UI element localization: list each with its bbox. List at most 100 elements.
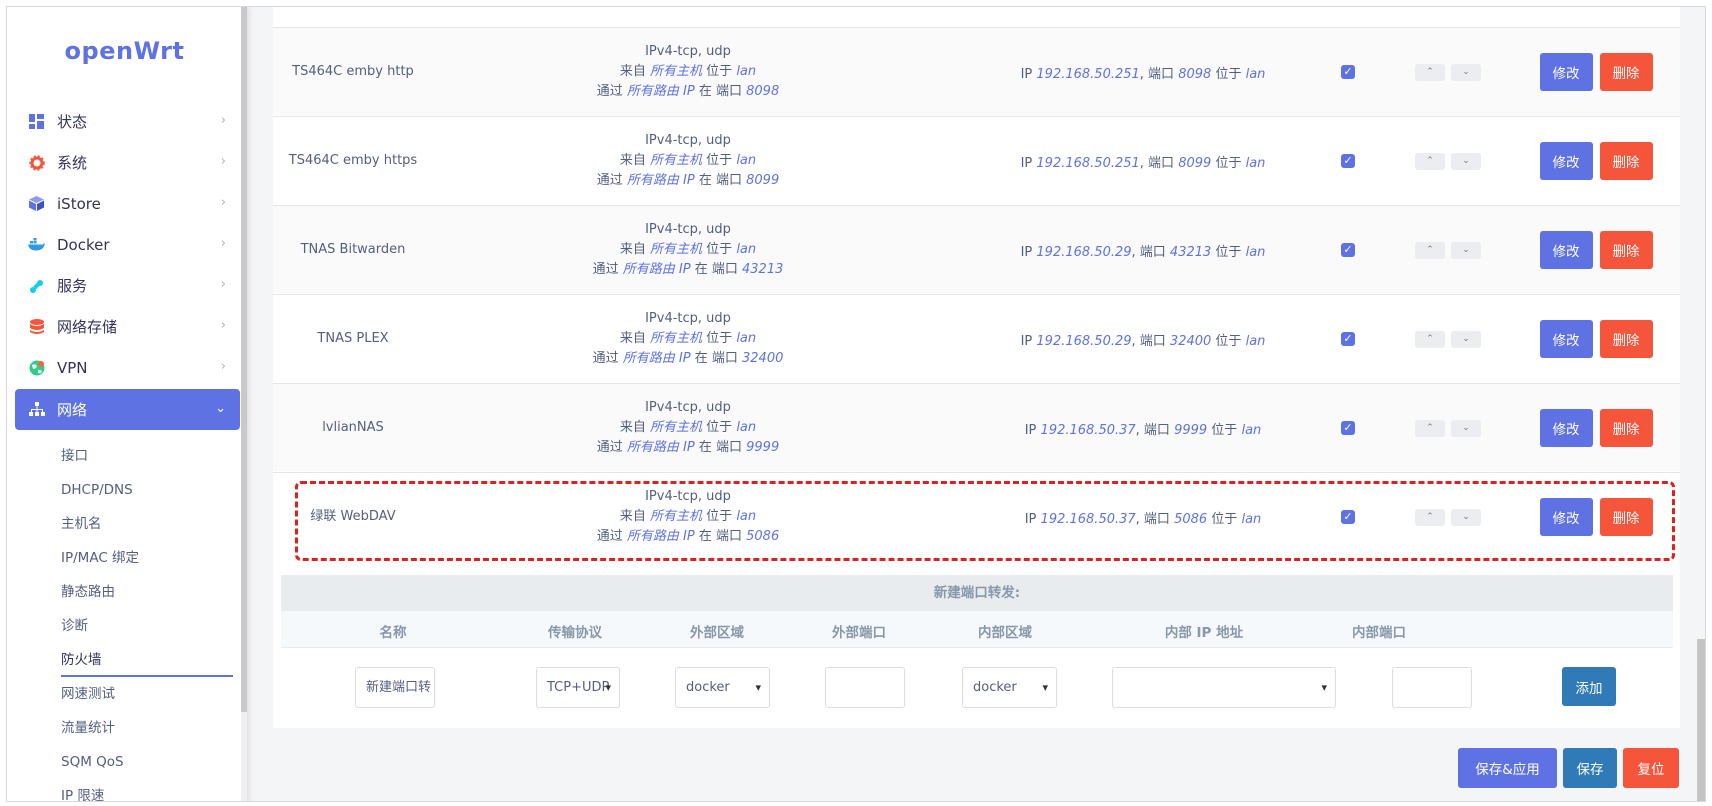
port-label: , 端口 xyxy=(1139,66,1175,82)
port-prefix: 在 端口 xyxy=(694,351,738,366)
internal-port: 8098 xyxy=(1178,66,1212,82)
dest-ip: 192.168.50.29 xyxy=(1036,333,1132,349)
move-down-button[interactable]: ⌄ xyxy=(1451,419,1481,437)
table-row: TS464C emby https IPv4-tcp, udp 来自 所有主机 位于… xyxy=(273,116,1680,204)
edit-button[interactable]: 修改 xyxy=(1539,320,1593,358)
edit-button[interactable]: 修改 xyxy=(1539,142,1593,180)
sidebar-item-istore[interactable]: iStore › xyxy=(15,183,240,224)
sort-buttons: ⌃ ⌄ xyxy=(1408,206,1488,294)
move-up-button[interactable]: ⌃ xyxy=(1415,241,1445,259)
sidebar-menu: 状态 › 系统 › iStore › Docker › 服务 › 网络存储 › … xyxy=(15,101,240,430)
internal-ip-select[interactable] xyxy=(1112,667,1336,708)
edit-button[interactable]: 修改 xyxy=(1539,409,1593,447)
sidebar-subitem-ip-limit[interactable]: IP 限速 xyxy=(15,779,240,801)
enable-checkbox[interactable]: ✓ xyxy=(1341,332,1355,346)
reset-button[interactable]: 复位 xyxy=(1623,748,1679,788)
internal-port-input[interactable] xyxy=(1392,667,1472,708)
ip-prefix: IP xyxy=(1020,66,1033,82)
dest-zone: lan xyxy=(1241,422,1262,438)
sidebar-subitem-interfaces[interactable]: 接口 xyxy=(15,439,240,473)
move-up-button[interactable]: ⌃ xyxy=(1415,152,1445,170)
sidebar-subitem-diagnostics[interactable]: 诊断 xyxy=(15,609,240,643)
move-down-button[interactable]: ⌄ xyxy=(1451,241,1481,259)
enable-checkbox[interactable]: ✓ xyxy=(1341,243,1355,257)
external-port-input[interactable] xyxy=(825,667,905,708)
sidebar-subitem-sqm-qos[interactable]: SQM QoS xyxy=(15,745,240,779)
delete-button[interactable]: 删除 xyxy=(1599,53,1653,91)
move-up-button[interactable]: ⌃ xyxy=(1415,330,1445,348)
sidebar-subitem-speedtest[interactable]: 网速测试 xyxy=(15,677,240,711)
move-down-button[interactable]: ⌄ xyxy=(1451,152,1481,170)
internal-port: 9999 xyxy=(1174,422,1208,438)
sidebar-subitem-traffic-stats[interactable]: 流量统计 xyxy=(15,711,240,745)
port-prefix: 在 端口 xyxy=(694,262,738,277)
globe-icon xyxy=(28,359,45,376)
internal-zone-select[interactable]: docker xyxy=(962,667,1057,708)
table-row: TNAS Bitwarden IPv4-tcp, udp 来自 所有主机 位于 la… xyxy=(273,205,1680,293)
delete-button[interactable]: 删除 xyxy=(1599,409,1653,447)
new-name-input[interactable]: 新建端口转 xyxy=(355,667,435,708)
sidebar-subitem-static-routes[interactable]: 静态路由 xyxy=(15,575,240,609)
move-down-button[interactable]: ⌄ xyxy=(1451,63,1481,81)
page-scrollbar[interactable] xyxy=(1697,639,1705,801)
sidebar-item-vpn[interactable]: VPN › xyxy=(15,347,240,388)
header-protocol: 传输协议 xyxy=(548,625,602,641)
cube-icon xyxy=(28,195,45,212)
sidebar-item-storage[interactable]: 网络存储 › xyxy=(15,306,240,347)
sidebar-item-status[interactable]: 状态 › xyxy=(15,101,240,142)
sidebar-subitem-hostnames[interactable]: 主机名 xyxy=(15,507,240,541)
rule-match: IPv4-tcp, udp 来自 所有主机 位于 lan 通过 所有路由 IP 在 … xyxy=(563,28,813,116)
header-external-zone: 外部区域 xyxy=(690,625,744,641)
rule-match: IPv4-tcp, udp 来自 所有主机 位于 lan 通过 所有路由 IP 在 … xyxy=(563,117,813,205)
sidebar-item-system[interactable]: 系统 › xyxy=(15,142,240,183)
enable-checkbox[interactable]: ✓ xyxy=(1341,65,1355,79)
sidebar-subitem-dhcp-dns[interactable]: DHCP/DNS xyxy=(15,473,240,507)
sidebar-item-services[interactable]: 服务 › xyxy=(15,265,240,306)
via-prefix: 通过 xyxy=(592,262,619,277)
sidebar-item-network[interactable]: 网络 ⌄ xyxy=(15,389,240,430)
rule-forward: IP 192.168.50.251, 端口 8098 位于 lan xyxy=(993,28,1293,116)
ip-prefix: IP xyxy=(1020,244,1033,260)
rule-forward: IP 192.168.50.251, 端口 8099 位于 lan xyxy=(993,117,1293,205)
move-up-button[interactable]: ⌃ xyxy=(1415,63,1445,81)
protocol-select[interactable]: TCP+UDP xyxy=(536,667,620,708)
add-button[interactable]: 添加 xyxy=(1562,667,1616,706)
delete-button[interactable]: 删除 xyxy=(1599,142,1653,180)
enable-checkbox[interactable]: ✓ xyxy=(1341,154,1355,168)
source-at: 位于 xyxy=(706,242,733,257)
move-down-button[interactable]: ⌄ xyxy=(1451,330,1481,348)
app-logo[interactable]: openWrt xyxy=(7,37,242,65)
table-row: lvlianNAS IPv4-tcp, udp 来自 所有主机 位于 lan 通过 所… xyxy=(273,383,1680,471)
port-prefix: 在 端口 xyxy=(698,440,742,455)
edit-button[interactable]: 修改 xyxy=(1539,53,1593,91)
sidebar-item-label: 状态 xyxy=(57,113,88,131)
sidebar-scrollbar-thumb[interactable] xyxy=(241,7,247,712)
rule-match: IPv4-tcp, udp 来自 所有主机 位于 lan 通过 所有路由 IP 在 … xyxy=(563,206,813,294)
source-prefix: 来自 xyxy=(619,153,646,168)
enable-checkbox[interactable]: ✓ xyxy=(1341,421,1355,435)
save-button[interactable]: 保存 xyxy=(1563,748,1617,788)
zone-at: 位于 xyxy=(1215,66,1242,82)
sidebar-subitem-firewall[interactable]: 防火墙 xyxy=(15,643,240,677)
sidebar-subitem-ip-mac-binding[interactable]: IP/MAC 绑定 xyxy=(15,541,240,575)
sidebar-item-label: Docker xyxy=(57,235,110,254)
sidebar-scrollbar[interactable] xyxy=(241,7,247,801)
move-up-button[interactable]: ⌃ xyxy=(1415,419,1445,437)
rule-forward: IP 192.168.50.37, 端口 9999 位于 lan xyxy=(993,384,1293,472)
edit-button[interactable]: 修改 xyxy=(1539,231,1593,269)
external-zone-select[interactable]: docker xyxy=(675,667,770,708)
save-apply-button[interactable]: 保存&应用 xyxy=(1458,748,1557,788)
ip-prefix: IP xyxy=(1020,155,1033,171)
via-prefix: 通过 xyxy=(596,173,623,188)
delete-button[interactable]: 删除 xyxy=(1599,320,1653,358)
source-host: 所有主机 xyxy=(650,420,703,435)
port-label: , 端口 xyxy=(1131,244,1166,260)
sidebar-item-docker[interactable]: Docker › xyxy=(15,224,240,265)
delete-button[interactable]: 删除 xyxy=(1599,231,1653,269)
source-host: 所有主机 xyxy=(650,153,703,168)
table-row: TS464C emby http IPv4-tcp, udp 来自 所有主机 位于 … xyxy=(273,27,1680,115)
sort-buttons: ⌃ ⌄ xyxy=(1408,384,1488,472)
source-at: 位于 xyxy=(706,153,733,168)
external-port: 8099 xyxy=(746,173,780,188)
rule-via: 通过 所有路由 IP 在 端口 43213 xyxy=(593,260,784,280)
